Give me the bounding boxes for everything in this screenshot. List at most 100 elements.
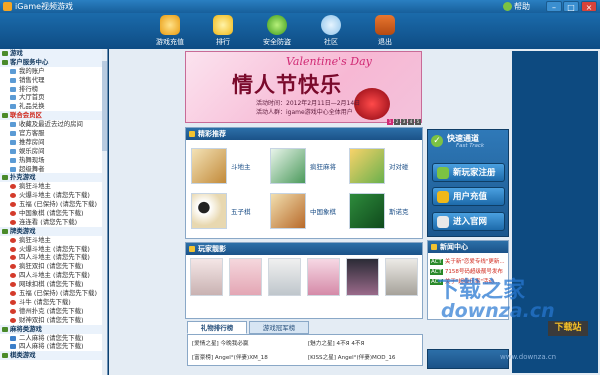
ranking-entry[interactable]: [魅力之星] 4不Я 4不Я: [308, 339, 364, 347]
game-name[interactable]: 斯诺克: [389, 206, 409, 216]
toolbar-security[interactable]: 安全防盗: [252, 15, 302, 49]
sidebar-item[interactable]: 火爆斗地主 (请您先下载): [0, 245, 107, 254]
help-icon[interactable]: [503, 2, 512, 11]
banner-page-button[interactable]: 2: [394, 119, 400, 125]
help-link[interactable]: 帮助: [514, 1, 530, 12]
toolbar-recharge[interactable]: 游戏充值: [145, 15, 195, 49]
player-photo[interactable]: [190, 258, 223, 296]
recharge-button[interactable]: 用户充值: [432, 187, 505, 206]
game-name[interactable]: 斗地主: [231, 161, 251, 171]
game-icon: [10, 308, 16, 314]
banner-page-button[interactable]: 4: [408, 119, 414, 125]
ranking-entry[interactable]: [富豪榜] Angel°(伴妻)XM_18: [192, 353, 268, 361]
tab-gift-ranking[interactable]: 礼物排行榜: [187, 321, 247, 334]
sidebar-item[interactable]: 疯狂双扣 (请您先下载): [0, 262, 107, 271]
sidebar-category[interactable]: 麻将类游戏: [0, 324, 107, 334]
tab-champion-ranking[interactable]: 游戏冠军榜: [249, 321, 309, 334]
sidebar-item-label: 礼品兑换: [19, 102, 45, 111]
sidebar-category[interactable]: 棋类游戏: [0, 351, 107, 361]
register-button[interactable]: 新玩家注册: [432, 163, 505, 182]
sidebar-item[interactable]: 我的账户: [0, 67, 107, 76]
banner-page-button[interactable]: 1: [387, 119, 393, 125]
sidebar-item-label: 中国象棋 (请您先下载): [19, 209, 84, 218]
sidebar-item[interactable]: 超级舞者: [0, 165, 107, 174]
sidebar-item-label: 扑克游戏: [10, 173, 36, 182]
sidebar-item[interactable]: 财神双扣 (请您先下载): [0, 316, 107, 325]
game-tile[interactable]: 疯狂麻将: [268, 145, 346, 187]
player-photo[interactable]: [268, 258, 301, 296]
sidebar-item[interactable]: 官方客服: [0, 129, 107, 138]
banner-page-button[interactable]: 3: [401, 119, 407, 125]
sidebar-item[interactable]: 德州扑克 (请您先下载): [0, 307, 107, 316]
game-tile[interactable]: 对对碰: [347, 145, 425, 187]
banner-page-button[interactable]: 5: [415, 119, 421, 125]
sidebar-item[interactable]: 推荐房间: [0, 138, 107, 147]
maximize-button[interactable]: □: [563, 1, 579, 12]
game-icon: [10, 255, 16, 261]
game-name[interactable]: 对对碰: [389, 161, 409, 171]
sidebar-item[interactable]: 热舞现场: [0, 156, 107, 165]
sidebar-scrollbar[interactable]: [102, 49, 107, 375]
sidebar-item[interactable]: 销售代理: [0, 76, 107, 85]
sidebar-item[interactable]: 四人斗地主 (请您先下载): [0, 271, 107, 280]
expand-icon: [2, 113, 8, 119]
sidebar-item-label: 五福 (已保持) (请您先下载): [19, 200, 97, 209]
sidebar-item[interactable]: 中国象棋 (请您先下载): [0, 209, 107, 218]
game-name[interactable]: 五子棋: [231, 206, 251, 216]
toolbar-ranking[interactable]: 排行: [198, 15, 248, 49]
toolbar-exit[interactable]: 退出: [360, 15, 410, 49]
game-tile[interactable]: 五子棋: [189, 190, 267, 232]
game-icon: [10, 86, 16, 92]
sidebar-item[interactable]: 四人麻将 (请您先下载): [0, 342, 107, 351]
sidebar-item[interactable]: 排行榜: [0, 85, 107, 94]
sidebar-category[interactable]: 客户服务中心: [0, 57, 107, 67]
player-photo[interactable]: [307, 258, 340, 296]
close-button[interactable]: ×: [581, 1, 597, 12]
scrollbar-thumb[interactable]: [102, 61, 107, 151]
sidebar-item-label: 排行榜: [19, 84, 39, 93]
official-site-button[interactable]: 进入官网: [432, 212, 505, 231]
register-label: 新玩家注册: [453, 168, 496, 178]
sidebar-item[interactable]: 二人麻将 (请您先下载): [0, 334, 107, 343]
sidebar-item-label: 牌类游戏: [10, 226, 36, 235]
sidebar-item-label: 热舞现场: [19, 155, 45, 164]
sidebar-item[interactable]: 连连看 (请您先下载): [0, 218, 107, 227]
sidebar-item[interactable]: 四人斗地主 (请您先下载): [0, 253, 107, 262]
game-thumbnail: [191, 148, 227, 184]
toolbar-community[interactable]: 社区: [306, 15, 356, 49]
sidebar-item[interactable]: 礼品兑换: [0, 102, 107, 111]
sidebar-item[interactable]: 娱乐房间: [0, 147, 107, 156]
sidebar-item[interactable]: 网球扣棋 (请您先下载): [0, 280, 107, 289]
game-icon: [10, 273, 16, 279]
sidebar-category[interactable]: 联合会员区: [0, 111, 107, 121]
sidebar-item[interactable]: 五福 (已保持) (请您先下载): [0, 289, 107, 298]
sidebar-item[interactable]: 疯狂斗地主: [0, 182, 107, 191]
sidebar-item-label: 四人麻将 (请您先下载): [19, 342, 84, 351]
sidebar-item[interactable]: 大厅首页: [0, 93, 107, 102]
sidebar-item[interactable]: 火爆斗地主 (请您先下载): [0, 191, 107, 200]
players-header: 玩家靓影: [186, 243, 422, 255]
game-name[interactable]: 中国象棋: [310, 206, 336, 216]
player-photo[interactable]: [229, 258, 262, 296]
game-name[interactable]: 疯狂麻将: [310, 161, 336, 171]
news-item[interactable]: ACT 关于新"恋爱专线"更新...: [430, 257, 505, 265]
game-tile[interactable]: 斗地主: [189, 145, 267, 187]
ranking-entry[interactable]: [爱情之星] 今晚我必赢: [192, 339, 249, 347]
game-icon: [10, 264, 16, 270]
sidebar-item-label: 五福 (已保持) (请您先下载): [19, 289, 97, 298]
sidebar-item-label: 收藏及最近去过的房间: [19, 120, 83, 129]
sidebar-category[interactable]: 扑克游戏: [0, 173, 107, 183]
player-photo[interactable]: [385, 258, 418, 296]
game-tile[interactable]: 中国象棋: [268, 190, 346, 232]
player-photo[interactable]: [346, 258, 379, 296]
sidebar-category[interactable]: 牌类游戏: [0, 226, 107, 236]
sidebar-item[interactable]: 疯狂斗地主: [0, 236, 107, 245]
sidebar-category[interactable]: 游戏: [0, 49, 107, 58]
game-tile[interactable]: 斯诺克: [347, 190, 425, 232]
ranking-entry[interactable]: [KISS之星] Angel°(伴妻)MOD_16: [308, 353, 395, 361]
sidebar-item[interactable]: 五福 (已保持) (请您先下载): [0, 200, 107, 209]
minimize-button[interactable]: –: [546, 1, 562, 12]
promo-banner[interactable]: Valentine's Day 情人节快乐 活动时间：2012年2月11日—2月…: [185, 51, 422, 123]
sidebar-item[interactable]: 收藏及最近去过的房间: [0, 120, 107, 129]
sidebar-item[interactable]: 斗牛 (请您先下载): [0, 298, 107, 307]
